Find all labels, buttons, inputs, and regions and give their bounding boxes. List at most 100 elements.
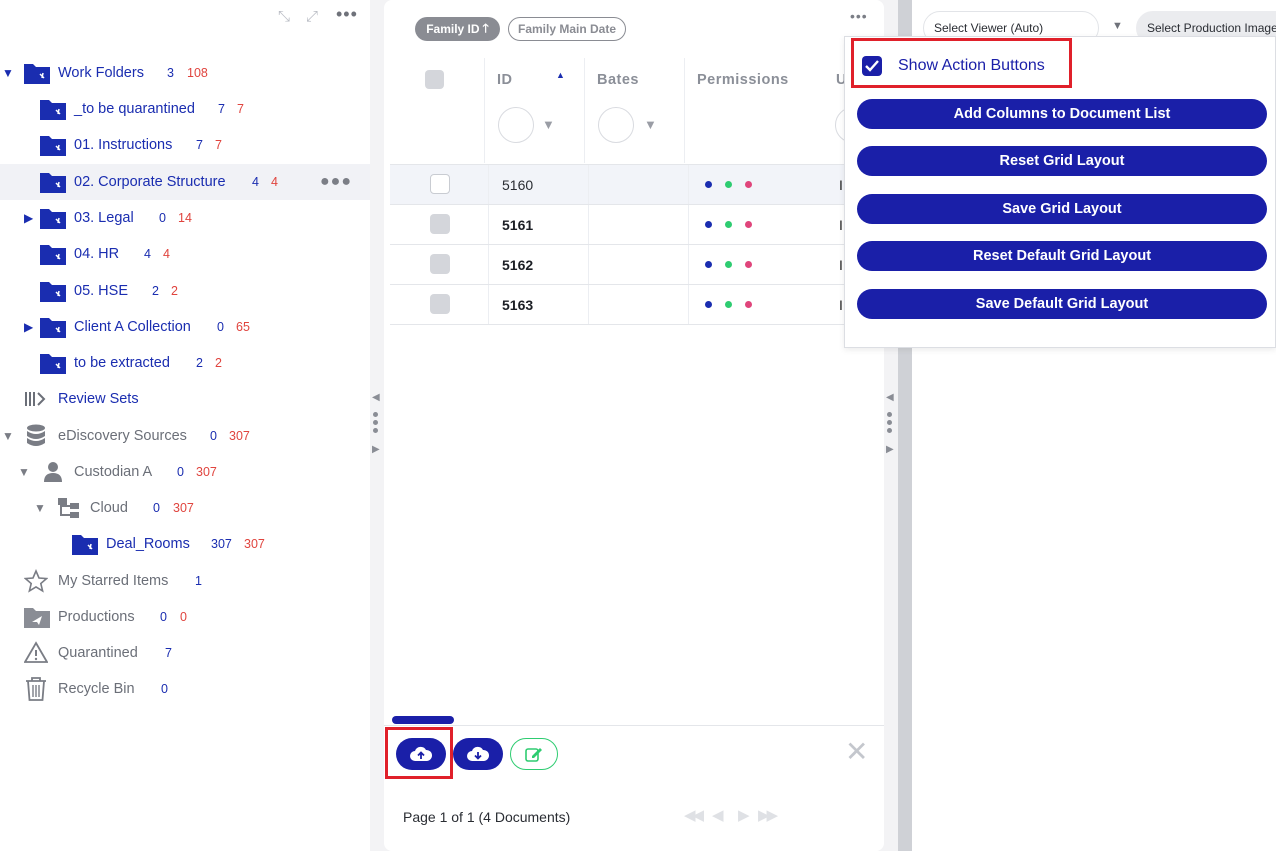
database-icon bbox=[27, 424, 45, 446]
review-sets-icon bbox=[25, 392, 46, 406]
row-more-icon[interactable]: ●●● bbox=[320, 173, 352, 191]
tree-item-corporate-structure[interactable]: 02. Corporate Structure 4 4 ●●● bbox=[0, 164, 370, 200]
col-divider bbox=[484, 58, 485, 163]
permission-dot bbox=[705, 221, 712, 228]
tree-item-review-sets[interactable]: Review Sets bbox=[0, 381, 370, 417]
grid-more-icon[interactable]: ••• bbox=[850, 8, 868, 24]
filter-icon[interactable]: ▼ bbox=[542, 117, 555, 132]
star-icon bbox=[24, 569, 48, 593]
save-grid-layout-button[interactable]: Save Grid Layout bbox=[857, 194, 1267, 224]
tree-item-recycle-bin[interactable]: Recycle Bin 0 bbox=[0, 671, 370, 707]
tree-item-legal[interactable]: ▶ 03. Legal 0 14 bbox=[0, 200, 370, 236]
pagination-text: Page 1 of 1 (4 Documents) bbox=[403, 809, 571, 825]
permission-dot bbox=[705, 301, 712, 308]
collapse-left-icon[interactable]: ◀ bbox=[372, 392, 380, 403]
folder-icon bbox=[40, 282, 66, 302]
permission-dot bbox=[745, 261, 752, 268]
tree-item-to-be-quarantined[interactable]: _to be quarantined 7 7 bbox=[0, 91, 370, 127]
permission-dot bbox=[725, 261, 732, 268]
grip-icon bbox=[373, 412, 379, 436]
tree-item-ediscovery-sources[interactable]: ▼ eDiscovery Sources 0 307 bbox=[0, 418, 370, 454]
permission-dot bbox=[745, 301, 752, 308]
first-page-icon[interactable]: ◀◀ bbox=[684, 806, 704, 824]
folder-tree-panel: ⤡ ⤢ ••• ▼ Work Folders 3 108 _to be quar… bbox=[0, 0, 370, 851]
tree-item-hse[interactable]: 05. HSE 2 2 bbox=[0, 273, 370, 309]
save-default-grid-layout-button[interactable]: Save Default Grid Layout bbox=[857, 289, 1267, 319]
tree-item-instructions[interactable]: 01. Instructions 7 7 bbox=[0, 127, 370, 163]
permission-dot bbox=[725, 221, 732, 228]
panel-more-icon[interactable]: ••• bbox=[336, 4, 358, 25]
collapse-left-icon[interactable]: ◀ bbox=[886, 392, 894, 403]
sort-chip-family-id[interactable]: Family ID 🡑 bbox=[415, 17, 500, 41]
collapse-icon[interactable]: ⤡ bbox=[278, 8, 290, 25]
permission-dot bbox=[745, 181, 752, 188]
reset-default-grid-layout-button[interactable]: Reset Default Grid Layout bbox=[857, 241, 1267, 271]
next-page-icon[interactable]: ▶ bbox=[738, 806, 749, 824]
select-all-checkbox[interactable] bbox=[425, 70, 444, 89]
edit-button[interactable] bbox=[510, 738, 558, 770]
document-grid-panel: Family ID 🡑 Family Main Date ••• ID ▲ Ba… bbox=[384, 0, 884, 851]
tree-item-work-folders[interactable]: ▼ Work Folders 3 108 bbox=[0, 55, 370, 91]
folder-icon bbox=[40, 173, 66, 193]
hierarchy-icon bbox=[58, 498, 79, 518]
download-button[interactable] bbox=[453, 738, 503, 770]
sort-asc-icon: ▲ bbox=[556, 70, 565, 80]
close-icon[interactable]: ✕ bbox=[845, 738, 868, 766]
col-divider bbox=[584, 58, 585, 163]
table-row[interactable]: 5163 I bbox=[390, 285, 884, 325]
row-checkbox[interactable] bbox=[430, 214, 450, 234]
warning-icon bbox=[24, 641, 48, 663]
left-splitter[interactable]: ◀ ▶ bbox=[370, 0, 384, 851]
tree-item-my-starred-items[interactable]: My Starred Items 1 bbox=[0, 563, 370, 599]
row-checkbox[interactable] bbox=[430, 294, 450, 314]
cloud-download-icon bbox=[467, 746, 489, 761]
caret-right-icon[interactable]: ▶ bbox=[24, 211, 33, 225]
scroll-indicator[interactable] bbox=[392, 716, 454, 724]
filter-icon[interactable]: ▼ bbox=[644, 117, 657, 132]
caret-down-icon[interactable]: ▼ bbox=[34, 501, 46, 515]
trash-icon bbox=[26, 677, 46, 701]
last-page-icon[interactable]: ▶▶ bbox=[758, 806, 778, 824]
filter-input-bates[interactable] bbox=[598, 107, 634, 143]
caret-down-icon[interactable]: ▼ bbox=[2, 66, 14, 80]
caret-down-icon[interactable]: ▼ bbox=[2, 429, 14, 443]
expand-icon[interactable]: ⤢ bbox=[306, 8, 318, 25]
table-row[interactable]: 5161 I bbox=[390, 205, 884, 245]
tree-item-hr[interactable]: 04. HR 4 4 bbox=[0, 236, 370, 272]
row-checkbox[interactable] bbox=[430, 174, 450, 194]
expand-right-icon[interactable]: ▶ bbox=[372, 444, 380, 455]
tree-item-cloud[interactable]: ▼ Cloud 0 307 bbox=[0, 490, 370, 526]
tree-item-to-be-extracted[interactable]: to be extracted 2 2 bbox=[0, 345, 370, 381]
add-columns-button[interactable]: Add Columns to Document List bbox=[857, 99, 1267, 129]
column-header-id[interactable]: ID bbox=[497, 72, 513, 88]
folder-icon bbox=[24, 64, 50, 84]
sort-chip-family-main-date[interactable]: Family Main Date bbox=[508, 17, 626, 41]
permission-dot bbox=[705, 261, 712, 268]
highlight-box bbox=[385, 727, 453, 779]
row-checkbox[interactable] bbox=[430, 254, 450, 274]
grip-icon bbox=[887, 412, 893, 436]
caret-right-icon[interactable]: ▶ bbox=[24, 320, 33, 334]
tree-item-productions[interactable]: Productions 0 0 bbox=[0, 599, 370, 635]
column-header-bates[interactable]: Bates bbox=[597, 72, 639, 88]
chevron-down-icon[interactable]: ▼ bbox=[1112, 20, 1123, 32]
folder-icon bbox=[40, 100, 66, 120]
table-row[interactable]: 5162 I bbox=[390, 245, 884, 285]
person-icon bbox=[44, 462, 62, 482]
tree-item-custodian-a[interactable]: ▼ Custodian A 0 307 bbox=[0, 454, 370, 490]
column-header-permissions[interactable]: Permissions bbox=[697, 72, 789, 88]
reset-grid-layout-button[interactable]: Reset Grid Layout bbox=[857, 146, 1267, 176]
tree-item-deal-rooms[interactable]: Deal_Rooms 307 307 bbox=[0, 526, 370, 562]
caret-down-icon[interactable]: ▼ bbox=[18, 465, 30, 479]
prev-page-icon[interactable]: ◀ bbox=[712, 806, 723, 824]
folder-icon bbox=[40, 318, 66, 338]
tree-item-quarantined[interactable]: Quarantined 7 bbox=[0, 635, 370, 671]
filter-input-id[interactable] bbox=[498, 107, 534, 143]
folder-icon bbox=[40, 354, 66, 374]
tree-item-client-a-collection[interactable]: ▶ Client A Collection 0 65 bbox=[0, 309, 370, 345]
permission-dot bbox=[725, 181, 732, 188]
permission-dot bbox=[745, 221, 752, 228]
expand-right-icon[interactable]: ▶ bbox=[886, 444, 894, 455]
table-row[interactable]: 5160 I bbox=[390, 165, 884, 205]
arrow-up-icon: 🡑 bbox=[482, 20, 489, 35]
